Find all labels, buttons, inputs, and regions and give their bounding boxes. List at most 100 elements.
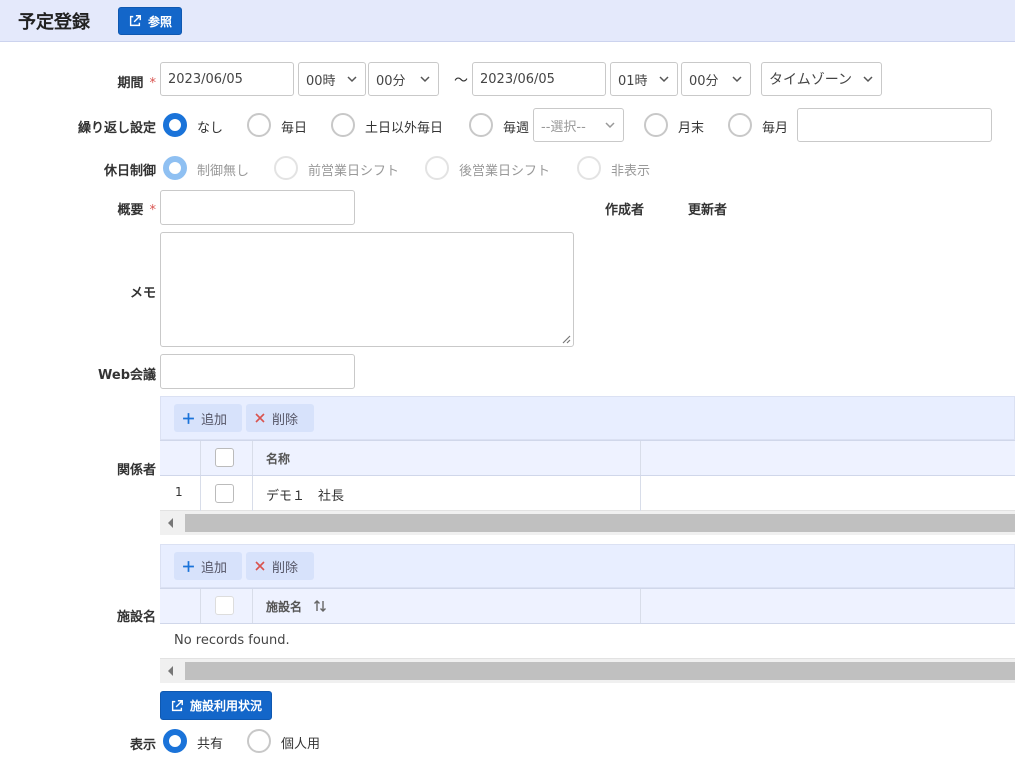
participants-label: 関係者: [116, 463, 156, 478]
repeat-radio-monthly[interactable]: [728, 113, 752, 137]
facilities-scrollbar[interactable]: [160, 659, 1015, 683]
holiday-label: 休日制御: [103, 164, 156, 179]
facility-column-label: 施設名: [266, 600, 303, 614]
delete-label: 削除: [272, 412, 299, 428]
end-date-input[interactable]: 2023/06/05: [472, 62, 606, 96]
display-radio-personal[interactable]: [247, 729, 271, 753]
repeat-radio-weekdays[interactable]: [331, 113, 355, 137]
name-column-label: 名称: [266, 452, 291, 466]
holiday-radio-hide[interactable]: [577, 156, 601, 180]
repeat-radio-none[interactable]: [163, 113, 187, 137]
facilities-add-button[interactable]: 追加: [174, 552, 242, 580]
required-mark: *: [149, 76, 157, 91]
holiday-radio-none[interactable]: [163, 156, 187, 180]
web-meeting-label: Web会議: [98, 368, 156, 383]
empty-row: No records found.: [160, 624, 1015, 659]
holiday-radio-prev-shift[interactable]: [274, 156, 298, 180]
add-label: 追加: [201, 560, 228, 576]
holiday-option-label: 制御無し: [197, 164, 250, 179]
scrollbar-thumb[interactable]: [185, 514, 1015, 532]
timezone-select[interactable]: タイムゾーン: [761, 62, 882, 96]
facilities-delete-button[interactable]: 削除: [246, 552, 314, 580]
reference-button-label: 参照: [148, 14, 173, 29]
plus-icon: [183, 412, 194, 424]
row-number-cell: 1: [160, 476, 201, 511]
participants-table-header: 名称: [160, 440, 1015, 476]
sort-icon[interactable]: [313, 599, 327, 613]
repeat-option-label: なし: [197, 121, 224, 136]
memo-textarea[interactable]: [160, 232, 574, 347]
select-all-checkbox[interactable]: [215, 596, 234, 615]
row-checkbox-cell: [201, 476, 253, 511]
repeat-option-label: 土日以外毎日: [365, 121, 444, 136]
memo-label: メモ: [129, 286, 156, 301]
name-column-header[interactable]: 名称: [253, 441, 641, 475]
range-separator: ～: [454, 73, 468, 89]
chevron-down-icon: [605, 122, 615, 129]
row-checkbox[interactable]: [215, 484, 234, 503]
chevron-down-icon: [659, 76, 669, 83]
display-option-label: 共有: [197, 737, 224, 752]
start-minute-select[interactable]: 00分: [368, 62, 439, 96]
repeat-radio-weekly[interactable]: [469, 113, 493, 137]
facility-column-header[interactable]: 施設名: [253, 589, 641, 623]
select-all-header: [201, 589, 253, 623]
delete-label: 削除: [272, 560, 299, 576]
chevron-down-icon: [347, 76, 357, 83]
web-meeting-input[interactable]: [160, 354, 355, 389]
chevron-down-icon: [732, 76, 742, 83]
facility-usage-button[interactable]: 施設利用状況: [160, 691, 273, 720]
name-cell: デモ１ 社長: [253, 476, 641, 511]
start-date-input[interactable]: 2023/06/05: [160, 62, 294, 96]
row-number-header: [160, 441, 201, 475]
display-label: 表示: [129, 738, 156, 753]
summary-input[interactable]: [160, 190, 355, 225]
external-link-icon: [129, 15, 141, 27]
chevron-down-icon: [420, 76, 430, 83]
table-row[interactable]: 1 デモ１ 社長: [160, 476, 1015, 511]
facilities-table-header: 施設名: [160, 588, 1015, 624]
add-label: 追加: [201, 412, 228, 428]
required-mark: *: [149, 203, 157, 218]
resize-handle-icon[interactable]: [561, 334, 571, 344]
end-minute-select[interactable]: 00分: [681, 62, 751, 96]
participants-add-button[interactable]: 追加: [174, 404, 242, 432]
repeat-option-label: 毎日: [281, 121, 308, 136]
weekday-select[interactable]: --選択--: [533, 108, 624, 142]
participants-scrollbar[interactable]: [160, 511, 1015, 535]
close-icon: [255, 561, 265, 571]
participants-delete-button[interactable]: 削除: [246, 404, 314, 432]
summary-label: 概要 *: [117, 203, 157, 218]
display-option-label: 個人用: [281, 737, 321, 752]
facility-usage-label: 施設利用状況: [190, 699, 263, 713]
repeat-radio-month-end[interactable]: [644, 113, 668, 137]
display-radio-shared[interactable]: [163, 729, 187, 753]
monthly-day-input[interactable]: [797, 108, 992, 142]
select-all-header: [201, 441, 253, 475]
end-hour-select[interactable]: 01時: [610, 62, 678, 96]
row-number-header: [160, 589, 201, 623]
scroll-left-icon[interactable]: [167, 666, 175, 676]
start-hour-select[interactable]: 00時: [298, 62, 366, 96]
close-icon: [255, 413, 265, 423]
repeat-option-label: 毎週: [503, 121, 530, 136]
select-all-checkbox[interactable]: [215, 448, 234, 467]
timezone-value: タイムゾーン: [769, 72, 853, 88]
repeat-radio-daily[interactable]: [247, 113, 271, 137]
period-label: 期間 *: [117, 76, 157, 91]
holiday-radio-next-shift[interactable]: [425, 156, 449, 180]
participant-name: デモ１ 社長: [266, 489, 345, 504]
scrollbar-thumb[interactable]: [185, 662, 1015, 680]
scroll-left-icon[interactable]: [167, 518, 175, 528]
reference-button[interactable]: 参照: [118, 7, 183, 35]
repeat-option-label: 毎月: [762, 121, 789, 136]
plus-icon: [183, 560, 194, 572]
external-link-icon: [171, 699, 183, 711]
weekday-select-value: --選択--: [541, 119, 586, 135]
repeat-option-label: 月末: [678, 121, 705, 136]
updater-label: 更新者: [688, 203, 728, 218]
end-minute-value: 00分: [689, 73, 719, 89]
chevron-down-icon: [863, 76, 873, 83]
start-minute-value: 00分: [376, 73, 406, 89]
repeat-label: 繰り返し設定: [77, 121, 156, 136]
